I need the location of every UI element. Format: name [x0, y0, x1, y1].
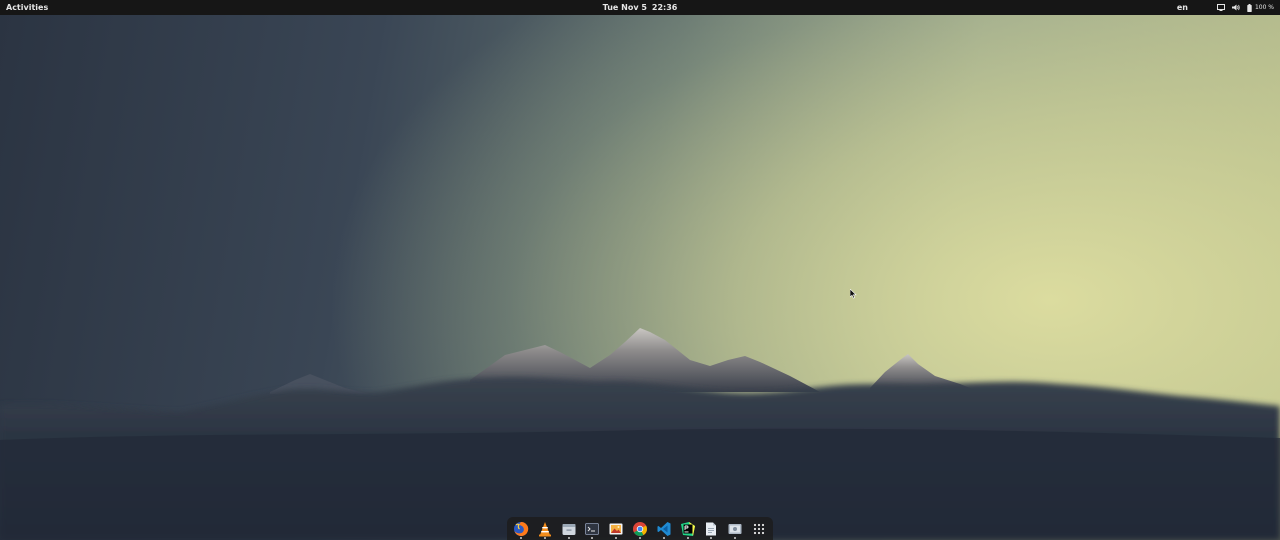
date-text: Tue Nov 5: [602, 3, 647, 12]
chrome-icon: [632, 521, 647, 536]
dock-item-terminal[interactable]: [582, 519, 602, 539]
dock: [507, 517, 773, 540]
pycharm-icon: [680, 521, 695, 536]
dock-item-vlc[interactable]: [535, 519, 555, 539]
time-text: 22:36: [651, 3, 678, 12]
running-indicator: [519, 536, 522, 539]
running-indicator: [567, 536, 570, 539]
mountain-wallpaper: [0, 328, 1280, 540]
running-indicator: [591, 536, 594, 539]
dock-item-pycharm[interactable]: [678, 519, 698, 539]
screenshot-icon: [728, 523, 742, 534]
terminal-icon: [585, 522, 600, 535]
system-tray: en 100 %: [1177, 0, 1274, 15]
desktop-wallpaper: Activities Tue Nov 5 22:36 en 100 %: [0, 0, 1280, 540]
app-grid-icon: [753, 523, 765, 534]
clock-button[interactable]: Tue Nov 5 22:36: [603, 0, 678, 15]
firefox-icon: [513, 521, 529, 536]
text-editor-icon: [706, 522, 717, 535]
running-indicator: [615, 536, 618, 539]
running-indicator: [662, 536, 665, 539]
top-bar: Activities Tue Nov 5 22:36 en 100 %: [0, 0, 1280, 15]
language-indicator[interactable]: en: [1177, 0, 1188, 15]
running-indicator: [710, 536, 713, 539]
dock-item-vscode[interactable]: [654, 519, 674, 539]
dock-item-chrome[interactable]: [630, 519, 650, 539]
running-indicator: [686, 536, 689, 539]
screen-icon[interactable]: [1216, 4, 1225, 11]
battery-percent: 100 %: [1254, 4, 1274, 11]
dock-item-text-editor[interactable]: [701, 519, 721, 539]
running-indicator: [638, 536, 641, 539]
activities-button[interactable]: Activities: [6, 0, 48, 15]
files-icon: [562, 523, 576, 535]
dock-item-image-viewer[interactable]: [606, 519, 626, 539]
show-applications-button[interactable]: [749, 519, 769, 539]
dock-item-firefox[interactable]: [511, 519, 531, 539]
running-indicator: [734, 536, 737, 539]
volume-icon[interactable]: [1231, 4, 1240, 11]
running-indicator: [543, 536, 546, 539]
vlc-icon: [538, 521, 551, 536]
dock-item-files[interactable]: [559, 519, 579, 539]
dock-item-screenshot[interactable]: [725, 519, 745, 539]
battery-icon[interactable]: 100 %: [1247, 0, 1274, 15]
mouse-cursor-icon: [850, 289, 857, 299]
vscode-icon: [657, 521, 671, 536]
image-viewer-icon: [609, 523, 623, 534]
